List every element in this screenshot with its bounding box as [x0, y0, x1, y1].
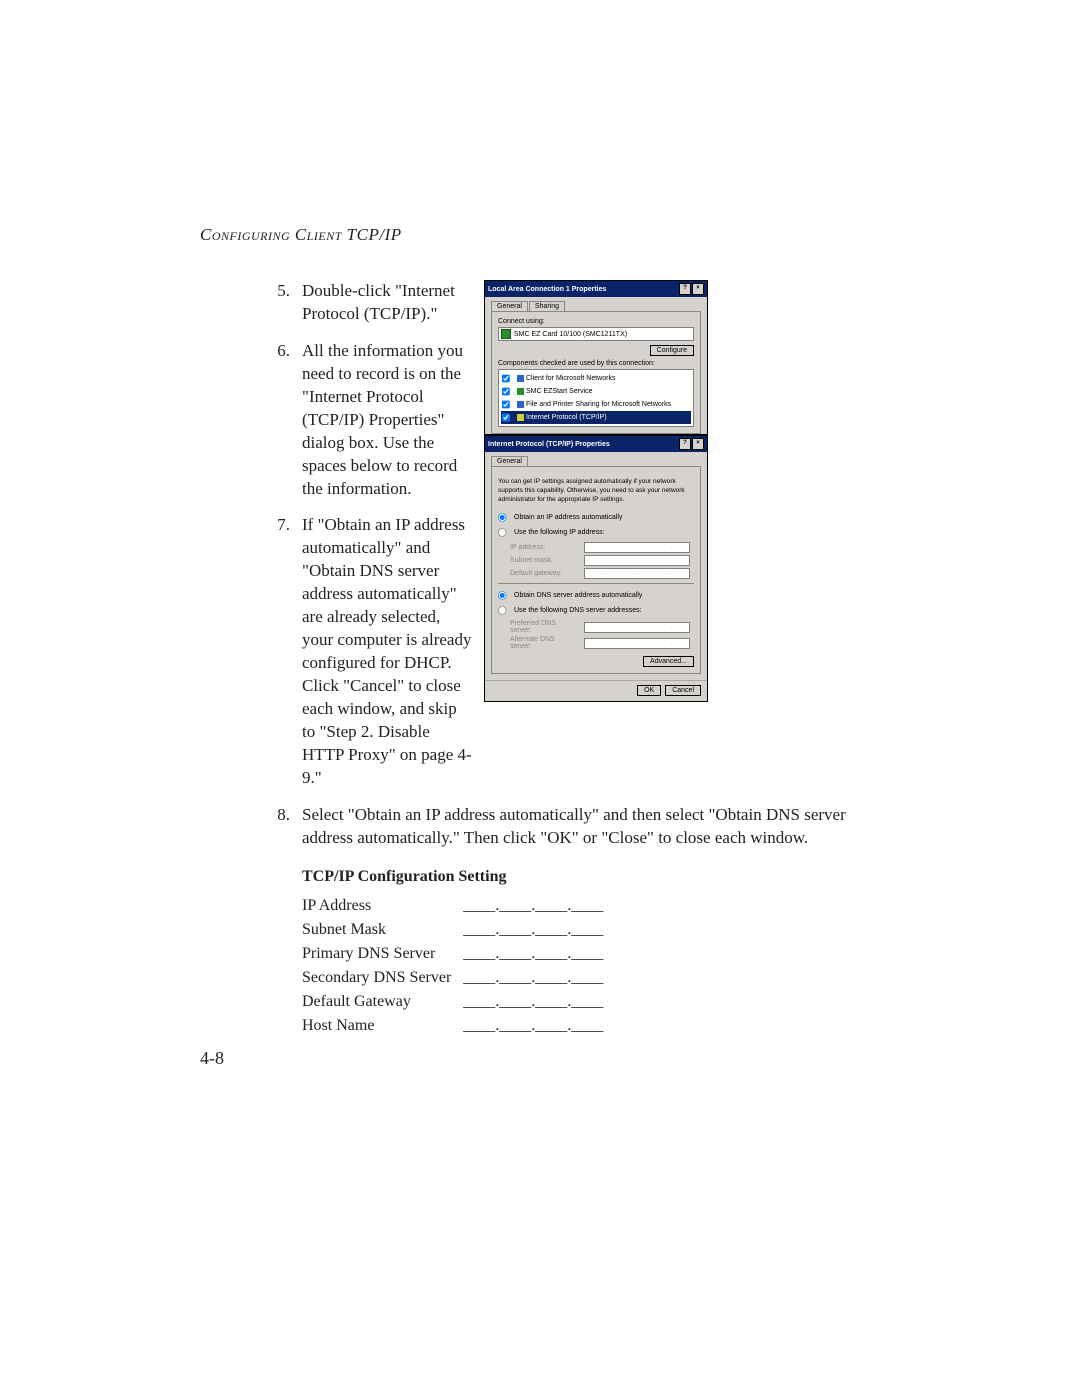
list-item[interactable]: Client for Microsoft Networks [501, 372, 691, 385]
component-label: Internet Protocol (TCP/IP) [526, 412, 607, 423]
opt-auto-dns[interactable]: Obtain DNS server address automatically [498, 588, 694, 603]
preferred-dns-label: Preferred DNS server: [510, 620, 578, 634]
opt-auto-ip[interactable]: Obtain an IP address automatically [498, 510, 694, 525]
step-text: All the information you need to record i… [302, 340, 472, 501]
config-label: Host Name [302, 1014, 463, 1038]
config-heading: TCP/IP Configuration Setting [302, 868, 880, 886]
config-label: Subnet Mask [302, 918, 463, 942]
lan-properties-dialog: Local Area Connection 1 Properties ? × G… [484, 280, 708, 435]
components-label: Components checked are used by this conn… [498, 360, 694, 367]
advanced-button[interactable]: Advanced... [643, 656, 694, 667]
components-list[interactable]: Client for Microsoft Networks SMC EZStar… [498, 369, 694, 427]
config-blank: ____.____.____.____ [463, 942, 615, 966]
gateway-label: Default gateway: [510, 570, 578, 577]
nic-name: SMC EZ Card 10/100 (SMC1211TX) [514, 330, 627, 339]
config-label: Primary DNS Server [302, 942, 463, 966]
component-label: SMC EZStart Service [526, 386, 593, 397]
list-item-selected[interactable]: Internet Protocol (TCP/IP) [501, 411, 691, 424]
config-label: Default Gateway [302, 990, 463, 1014]
ok-button[interactable]: OK [637, 685, 661, 696]
close-icon[interactable]: × [692, 438, 704, 450]
component-label: File and Printer Sharing for Microsoft N… [526, 399, 671, 410]
alternate-dns-label: Alternate DNS server: [510, 636, 578, 650]
component-checkbox[interactable] [502, 388, 510, 396]
step-text: Double-click "Internet Protocol (TCP/IP)… [302, 280, 472, 326]
cancel-button[interactable]: Cancel [665, 685, 701, 696]
radio-use-ip[interactable] [498, 528, 506, 536]
opt-label: Use the following IP address: [514, 529, 605, 536]
config-label: IP Address [302, 894, 463, 918]
page-header: Configuring Client TCP/IP [200, 225, 402, 245]
step-number: 5. [260, 280, 302, 326]
component-checkbox[interactable] [502, 375, 510, 383]
close-icon[interactable]: × [692, 283, 704, 295]
opt-label: Obtain an IP address automatically [514, 514, 622, 521]
ip-address-field[interactable]: ... [584, 542, 690, 553]
config-blank: ____.____.____.____ [463, 966, 615, 990]
client-icon [517, 375, 524, 382]
step-number: 8. [260, 804, 302, 850]
opt-use-ip[interactable]: Use the following IP address: [498, 525, 694, 540]
tab-sharing[interactable]: Sharing [529, 301, 565, 311]
radio-auto-dns[interactable] [498, 591, 506, 599]
step-number: 6. [260, 340, 302, 501]
help-icon[interactable]: ? [679, 438, 691, 450]
nic-icon [501, 329, 511, 339]
opt-label: Use the following DNS server addresses: [514, 607, 642, 614]
opt-label: Obtain DNS server address automatically [514, 592, 642, 599]
step-text: If "Obtain an IP address automatically" … [302, 514, 472, 789]
help-text: You can get IP settings assigned automat… [498, 477, 694, 504]
dialog-title: Local Area Connection 1 Properties [488, 286, 606, 293]
config-blank: ____.____.____.____ [463, 894, 615, 918]
dialog-screenshot: Local Area Connection 1 Properties ? × G… [484, 280, 708, 702]
protocol-icon [517, 414, 524, 421]
radio-use-dns[interactable] [498, 606, 506, 614]
config-blank: ____.____.____.____ [463, 1014, 615, 1038]
dialog-title: Internet Protocol (TCP/IP) Properties [488, 441, 610, 448]
config-blank: ____.____.____.____ [463, 990, 615, 1014]
configure-button[interactable]: Configure [650, 345, 694, 356]
component-label: Client for Microsoft Networks [526, 373, 615, 384]
help-icon[interactable]: ? [679, 283, 691, 295]
component-checkbox[interactable] [502, 401, 510, 409]
connect-using-label: Connect using: [498, 318, 694, 325]
preferred-dns-field[interactable]: ... [584, 622, 690, 633]
alternate-dns-field[interactable]: ... [584, 638, 690, 649]
list-item[interactable]: SMC EZStart Service [501, 385, 691, 398]
opt-use-dns[interactable]: Use the following DNS server addresses: [498, 603, 694, 618]
config-table: IP Address____.____.____.____ Subnet Mas… [302, 894, 615, 1038]
gateway-field[interactable]: ... [584, 568, 690, 579]
page-number: 4-8 [200, 1048, 224, 1069]
list-item[interactable]: File and Printer Sharing for Microsoft N… [501, 398, 691, 411]
tab-general[interactable]: General [491, 456, 528, 466]
step-text: Select "Obtain an IP address automatical… [302, 804, 880, 850]
config-blank: ____.____.____.____ [463, 918, 615, 942]
subnet-label: Subnet mask: [510, 557, 578, 564]
nic-field: SMC EZ Card 10/100 (SMC1211TX) [498, 327, 694, 341]
service-icon [517, 388, 524, 395]
tcpip-properties-dialog: Internet Protocol (TCP/IP) Properties ? … [484, 435, 708, 702]
ip-address-label: IP address: [510, 544, 578, 551]
tab-general[interactable]: General [491, 301, 528, 311]
config-label: Secondary DNS Server [302, 966, 463, 990]
component-checkbox[interactable] [502, 414, 510, 422]
subnet-field[interactable]: ... [584, 555, 690, 566]
service-icon [517, 401, 524, 408]
step-number: 7. [260, 514, 302, 789]
radio-auto-ip[interactable] [498, 513, 506, 521]
